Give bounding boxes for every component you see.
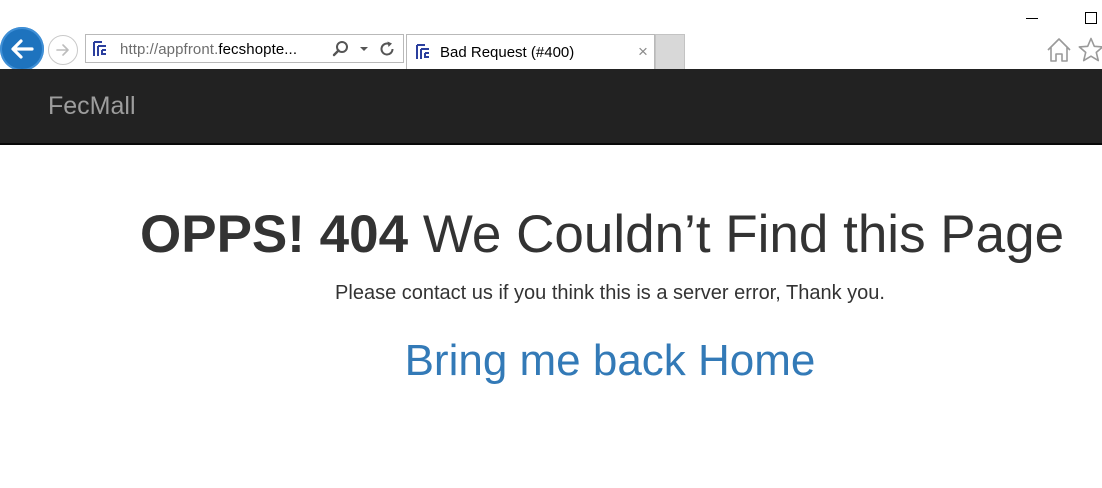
tab-title: Bad Request (#400) — [440, 44, 575, 61]
forward-arrow-icon — [56, 44, 69, 56]
error-subtext: Please contact us if you think this is a… — [335, 282, 885, 304]
tab-bad-request[interactable]: Bad Request (#400) × — [406, 34, 655, 69]
site-favicon-icon — [93, 41, 106, 56]
brand-link[interactable]: FecMall — [48, 91, 136, 121]
chevron-down-icon[interactable] — [358, 41, 370, 57]
forward-button[interactable] — [48, 35, 78, 65]
refresh-icon[interactable] — [378, 40, 396, 58]
error-message: We Couldn’t Find this Page — [408, 205, 1065, 264]
maximize-icon[interactable] — [1080, 8, 1102, 28]
back-home-link[interactable]: Bring me back Home — [0, 335, 1102, 387]
back-button[interactable] — [0, 27, 44, 71]
star-icon[interactable] — [1077, 36, 1102, 64]
address-bar[interactable]: http://appfront.fecshopte... — [85, 34, 404, 63]
browser-chrome: http://appfront.fecshopte... Bad Request… — [0, 0, 1102, 71]
minimize-icon[interactable] — [1021, 8, 1043, 28]
site-navbar: FecMall — [0, 69, 1102, 145]
error-content: OPPS! 404 We Couldn’t Find this Page Ple… — [0, 147, 1102, 488]
error-code: OPPS! 404 — [140, 205, 409, 264]
search-icon[interactable] — [332, 40, 350, 58]
site-favicon-icon — [416, 44, 429, 59]
back-arrow-icon — [11, 39, 34, 59]
error-heading: OPPS! 404 We Couldn’t Find this Page — [140, 203, 1064, 267]
home-icon[interactable] — [1045, 36, 1073, 64]
url-text[interactable]: http://appfront.fecshopte... — [120, 41, 330, 59]
close-tab-icon[interactable]: × — [636, 43, 650, 60]
new-tab-button[interactable] — [655, 34, 685, 69]
